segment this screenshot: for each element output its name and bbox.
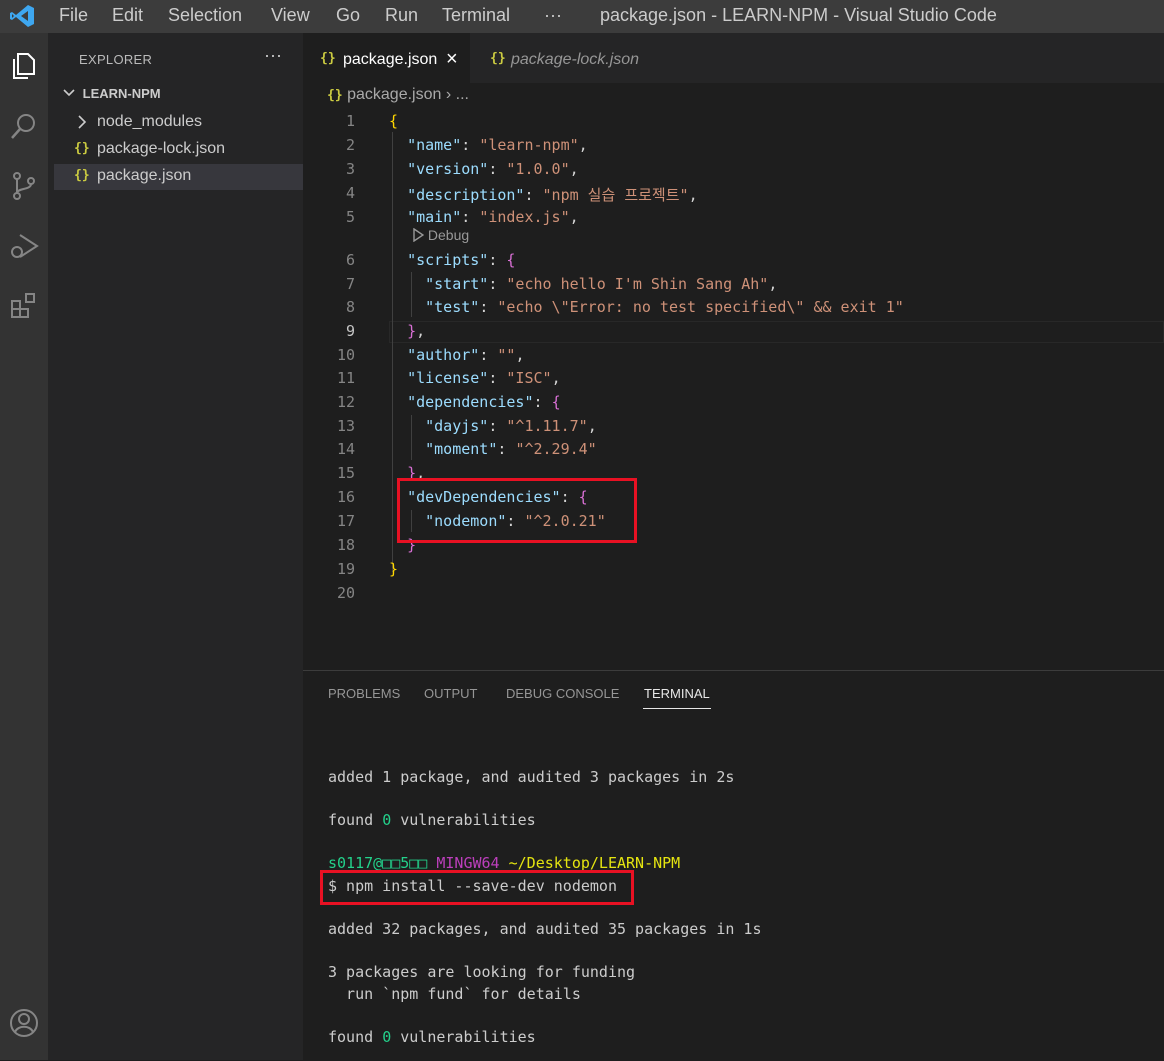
- chevron-right-icon: [78, 115, 87, 129]
- code-line: "moment": "^2.29.4": [425, 440, 597, 458]
- play-icon: [413, 227, 425, 243]
- menu-view[interactable]: View: [271, 5, 310, 26]
- source-control-icon[interactable]: [9, 171, 39, 201]
- tree-item-package-lock-json[interactable]: {} package-lock.json: [54, 137, 303, 163]
- chevron-down-icon: [63, 89, 75, 97]
- line-number: 2: [345, 136, 355, 154]
- line-number: 6: [345, 251, 355, 269]
- terminal-line: added 1 package, and audited 3 packages …: [328, 768, 735, 786]
- terminal-line: 3 packages are looking for funding: [328, 963, 636, 981]
- explorer-sidebar: EXPLORER ··· LEARN-NPM node_modules {} p…: [54, 33, 303, 1060]
- line-number: 13: [336, 417, 355, 435]
- menu-file[interactable]: File: [59, 5, 88, 26]
- menu-run[interactable]: Run: [385, 5, 418, 26]
- highlight-box-devdependencies: [397, 478, 637, 543]
- line-number: 5: [345, 208, 355, 226]
- tab-label: package-lock.json: [511, 51, 640, 68]
- highlight-box-command: [320, 870, 634, 905]
- terminal-line: run `npm fund` for details: [328, 985, 581, 1003]
- editor-tabs: {} package.json × {} package-lock.json: [303, 33, 1164, 83]
- close-icon[interactable]: ×: [446, 48, 458, 71]
- title-bar: File Edit Selection View Go Run Terminal…: [0, 0, 1164, 33]
- menu-go[interactable]: Go: [336, 5, 360, 26]
- line-number: 20: [336, 584, 355, 602]
- line-number: 9: [345, 322, 355, 340]
- window-title: package.json - LEARN-NPM - Visual Studio…: [600, 5, 997, 25]
- code-line: "license": "ISC",: [407, 369, 561, 387]
- run-debug-icon[interactable]: [9, 231, 39, 261]
- tab-problems[interactable]: PROBLEMS: [328, 686, 400, 701]
- line-number: 17: [336, 512, 355, 530]
- extensions-icon[interactable]: [9, 291, 39, 321]
- code-line: },: [407, 322, 426, 340]
- code-line: {: [389, 112, 399, 130]
- line-number: 11: [336, 369, 355, 387]
- breadcrumb-file[interactable]: package.json: [347, 86, 441, 103]
- project-folder[interactable]: LEARN-NPM: [62, 86, 161, 101]
- explorer-title: EXPLORER: [79, 52, 153, 67]
- tree-item-node-modules[interactable]: node_modules: [54, 110, 303, 136]
- active-tab-indicator: [643, 708, 711, 709]
- code-line: "author": "",: [407, 346, 525, 364]
- code-line: "version": "1.0.0",: [407, 160, 579, 178]
- menu-edit[interactable]: Edit: [112, 5, 143, 26]
- code-line: "dependencies": {: [407, 393, 561, 411]
- code-line: "dayjs": "^1.11.7",: [425, 417, 597, 435]
- breadcrumb-separator: ›: [445, 86, 452, 103]
- line-number: 8: [345, 298, 355, 316]
- line-number: 15: [336, 464, 355, 482]
- tab-terminal[interactable]: TERMINAL: [644, 686, 710, 701]
- line-number: 18: [336, 536, 355, 554]
- line-number: 19: [336, 560, 355, 578]
- line-number: 16: [336, 488, 355, 506]
- line-number: 3: [345, 160, 355, 178]
- tree-item-package-json[interactable]: {} package.json: [54, 164, 303, 190]
- tree-item-label: package-lock.json: [97, 140, 226, 157]
- code-line: "main": "index.js",: [407, 208, 579, 226]
- terminal-line: added 32 packages, and audited 35 packag…: [328, 920, 762, 938]
- json-file-icon: {}: [327, 88, 343, 103]
- current-line-highlight: [389, 321, 1164, 343]
- code-line: }: [389, 560, 399, 578]
- debug-codelens[interactable]: Debug: [412, 227, 469, 243]
- explorer-more-button[interactable]: ···: [264, 45, 282, 66]
- line-number: 14: [336, 440, 355, 458]
- tab-output[interactable]: OUTPUT: [424, 686, 477, 701]
- explorer-icon[interactable]: [9, 51, 39, 81]
- account-icon[interactable]: [9, 1008, 39, 1038]
- tab-package-lock-json[interactable]: {} package-lock.json: [470, 33, 660, 83]
- terminal-line: found 0 vulnerabilities: [328, 1028, 536, 1046]
- code-line: "start": "echo hello I'm Shin Sang Ah",: [425, 275, 778, 293]
- json-file-icon: {}: [74, 141, 90, 156]
- line-number: 7: [345, 275, 355, 293]
- json-file-icon: {}: [320, 51, 336, 66]
- codelens-label: Debug: [427, 227, 470, 243]
- breadcrumb-rest[interactable]: ...: [456, 86, 469, 103]
- activity-bar: [0, 33, 48, 1060]
- code-line: "scripts": {: [407, 251, 516, 269]
- terminal-line: found 0 vulnerabilities: [328, 811, 536, 829]
- json-file-icon: {}: [490, 51, 506, 66]
- project-name: LEARN-NPM: [82, 86, 161, 101]
- line-number: 4: [345, 184, 355, 202]
- bottom-panel: PROBLEMS OUTPUT DEBUG CONSOLE TERMINAL a…: [303, 670, 1164, 1061]
- menu-more[interactable]: ···: [544, 5, 562, 26]
- tab-debug-console[interactable]: DEBUG CONSOLE: [506, 686, 619, 701]
- line-number: 12: [336, 393, 355, 411]
- code-line: "description": "npm 실습 프로젝트",: [407, 186, 698, 204]
- tree-item-label: node_modules: [97, 113, 202, 130]
- menu-selection[interactable]: Selection: [168, 5, 242, 26]
- tree-item-label: package.json: [97, 167, 192, 184]
- code-line: "test": "echo \"Error: no test specified…: [425, 298, 904, 316]
- tab-package-json[interactable]: {} package.json ×: [303, 33, 470, 83]
- line-number: 1: [345, 112, 355, 130]
- code-line: "name": "learn-npm",: [407, 136, 588, 154]
- menu-terminal[interactable]: Terminal: [442, 5, 510, 26]
- tab-label: package.json: [343, 51, 438, 68]
- line-number: 10: [336, 346, 355, 364]
- json-file-icon: {}: [74, 168, 90, 183]
- vscode-logo-icon: [10, 5, 34, 27]
- search-icon[interactable]: [9, 111, 39, 141]
- breadcrumb: {} package.json › ...: [327, 86, 469, 104]
